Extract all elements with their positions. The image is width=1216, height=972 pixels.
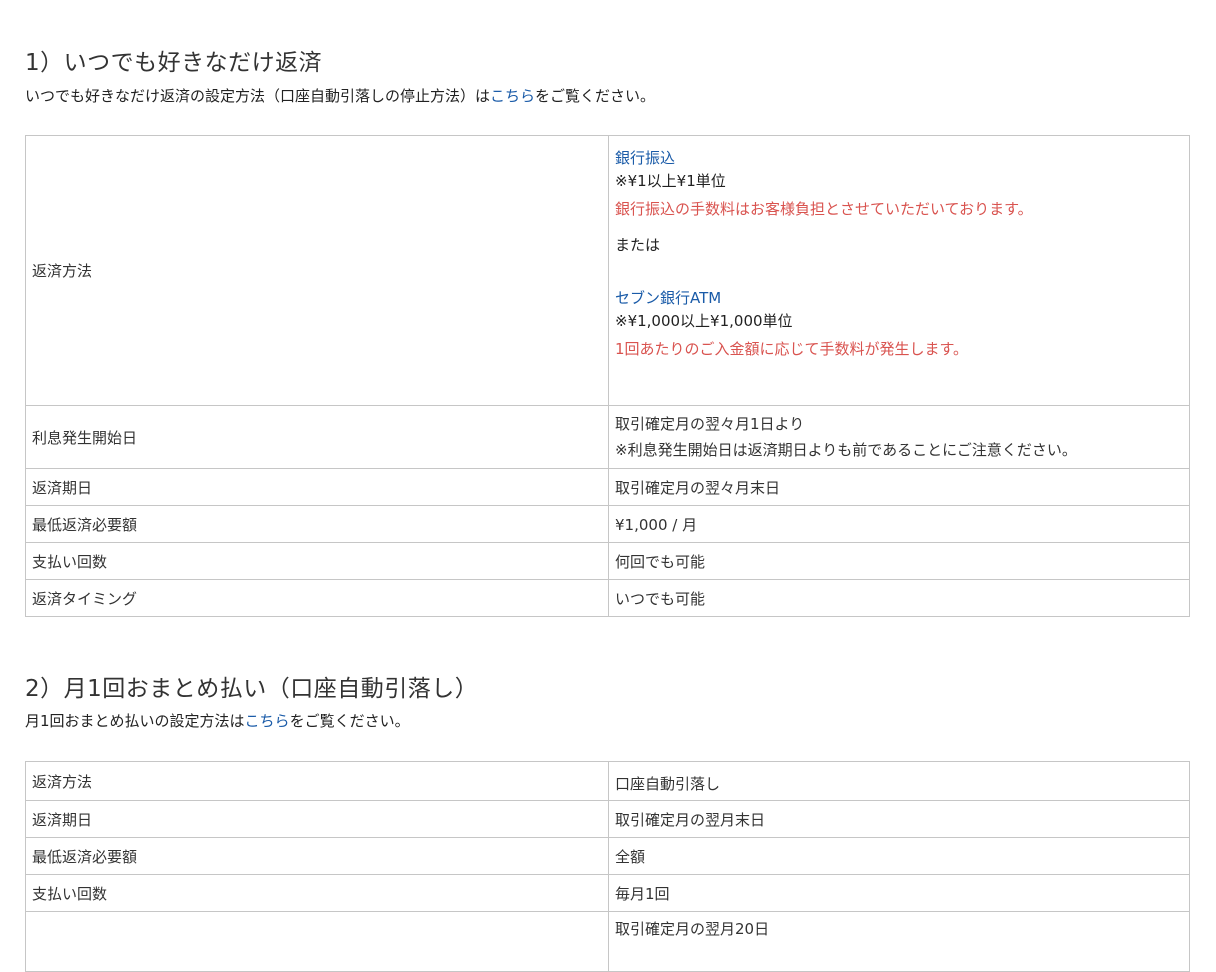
table-row: 支払い回数 毎月1回: [25, 874, 1190, 912]
interest-start-note: ※利息発生開始日は返済期日よりも前であることにご注意ください。: [615, 441, 1077, 459]
row-value-method: 口座自動引落し: [608, 761, 1190, 801]
section2-table: 返済方法 口座自動引落し 返済期日 取引確定月の翌月末日 最低返済必要額 全額 …: [25, 761, 1190, 972]
section1-description: いつでも好きなだけ返済の設定方法（口座自動引落しの停止方法）はこちらをご覧くださ…: [25, 86, 655, 106]
row-value-due-date: 取引確定月の翌々月末日: [608, 468, 1190, 506]
row-value-interest-start: 取引確定月の翌々月1日より ※利息発生開始日は返済期日よりも前であることにご注意…: [608, 405, 1190, 469]
table-row: 取引確定月の翌月20日: [25, 911, 1190, 972]
seven-atm-fee-note: 1回あたりのご入金額に応じて手数料が発生します。: [615, 340, 969, 358]
bank-transfer-label: 銀行振込: [615, 149, 676, 167]
bank-transfer-unit: ※¥1以上¥1単位: [615, 172, 726, 190]
row-value-count: 何回でも可能: [608, 542, 1190, 580]
row-label-method: 返済方法: [25, 761, 609, 801]
table-row: 返済方法 口座自動引落し: [25, 761, 1190, 801]
row-value-timing: いつでも可能: [608, 579, 1190, 617]
row-label-due-date: 返済期日: [25, 800, 609, 838]
table-row: 支払い回数 何回でも可能: [25, 542, 1190, 580]
interest-start-value: 取引確定月の翌々月1日より: [615, 415, 805, 433]
table-row: 最低返済必要額 ¥1,000 / 月: [25, 505, 1190, 543]
table-row: 返済期日 取引確定月の翌々月末日: [25, 468, 1190, 506]
section2-title: 2）月1回おまとめ払い（口座自動引落し）: [25, 676, 479, 702]
row-label-count: 支払い回数: [25, 874, 609, 912]
seven-atm-label: セブン銀行ATM: [615, 289, 722, 307]
section2-description: 月1回おまとめ払いの設定方法はこちらをご覧ください。: [25, 711, 410, 731]
section2-desc-tail: をご覧ください。: [289, 712, 410, 730]
bank-transfer-fee-note: 銀行振込の手数料はお客様負担とさせていただいております。: [615, 200, 1033, 218]
or-text: または: [615, 236, 661, 254]
section1-here-link[interactable]: こちら: [490, 87, 535, 105]
section2-desc-text: 月1回おまとめ払いの設定方法は: [25, 712, 245, 730]
row-label-timing: 返済タイミング: [25, 579, 609, 617]
table-row: 最低返済必要額 全額: [25, 837, 1190, 875]
row-label-min-payment: 最低返済必要額: [25, 837, 609, 875]
row-label-interest-start: 利息発生開始日: [25, 405, 609, 469]
row-label-min-payment: 最低返済必要額: [25, 505, 609, 543]
table-row: 返済期日 取引確定月の翌月末日: [25, 800, 1190, 838]
section1-desc-tail: をご覧ください。: [535, 87, 656, 105]
row-value-due-date: 取引確定月の翌月末日: [608, 800, 1190, 838]
section1-desc-text: いつでも好きなだけ返済の設定方法（口座自動引落しの停止方法）は: [25, 87, 491, 105]
section1-table: 返済方法 銀行振込 ※¥1以上¥1単位 銀行振込の手数料はお客様負担とさせていた…: [25, 135, 1190, 617]
row-label-partial: [25, 911, 609, 972]
row-value-min-payment: 全額: [608, 837, 1190, 875]
seven-atm-unit: ※¥1,000以上¥1,000単位: [615, 312, 793, 330]
section2-here-link[interactable]: こちら: [245, 712, 290, 730]
row-label-count: 支払い回数: [25, 542, 609, 580]
row-value-min-payment: ¥1,000 / 月: [608, 505, 1190, 543]
row-value-method: 銀行振込 ※¥1以上¥1単位 銀行振込の手数料はお客様負担とさせていただいており…: [608, 135, 1190, 406]
row-label-method: 返済方法: [25, 135, 609, 406]
table-row: 返済方法 銀行振込 ※¥1以上¥1単位 銀行振込の手数料はお客様負担とさせていた…: [25, 135, 1190, 406]
table-row: 返済タイミング いつでも可能: [25, 579, 1190, 617]
table-row: 利息発生開始日 取引確定月の翌々月1日より ※利息発生開始日は返済期日よりも前で…: [25, 405, 1190, 469]
row-value-count: 毎月1回: [608, 874, 1190, 912]
row-value-partial: 取引確定月の翌月20日: [608, 911, 1190, 972]
partial-value: 取引確定月の翌月20日: [615, 920, 770, 938]
row-label-due-date: 返済期日: [25, 468, 609, 506]
section1-title: 1）いつでも好きなだけ返済: [25, 50, 323, 76]
